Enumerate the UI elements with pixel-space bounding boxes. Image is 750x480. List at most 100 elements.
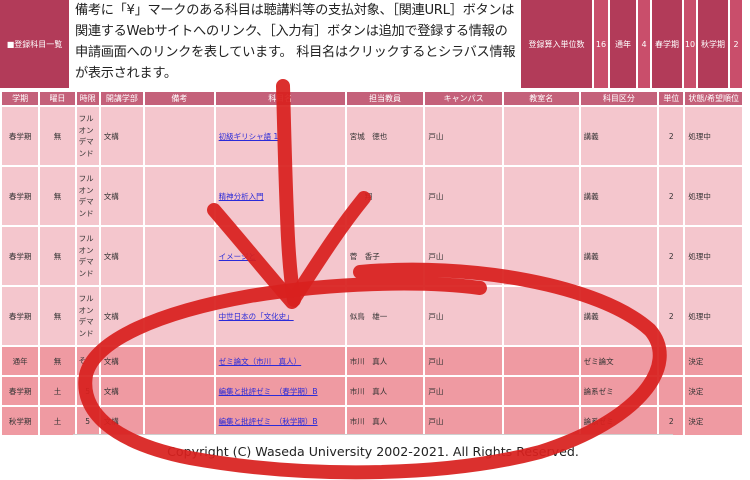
cell-faculty: 文構 [100,107,144,165]
cell-category: 講義 [580,107,658,165]
credit-total-label: 登録算入単位数 [521,0,592,88]
cell-teacher: 翔 [346,167,424,225]
cell-campus: 戸山 [425,377,502,405]
cell-term: 通年 [2,347,39,375]
cell-day: 土 [40,377,75,405]
cell-note [145,167,214,225]
cell-teacher: 市川 真人 [346,347,424,375]
cell-campus: 戸山 [425,107,502,165]
credit-total-value: 16 [594,0,608,88]
cell-room [503,287,579,345]
cell-course: イメージと [215,227,345,285]
cell-day: 土 [40,407,75,435]
cell-faculty: 文構 [100,377,144,405]
cell-category: ゼミ論文 [580,347,658,375]
cell-day: 無 [40,227,75,285]
header-category: 科目区分 [580,92,658,105]
course-link[interactable]: 精神分析入門 [219,192,264,201]
cell-campus: 戸山 [425,167,502,225]
course-link[interactable]: 中世日本の「文化史」 [219,312,294,321]
table-row: 通年 無 そ 文構 ゼミ論文（市川 真人） 市川 真人 戸山 ゼミ論文 決定 [2,347,742,375]
cell-faculty: 文構 [100,287,144,345]
fall-label: 秋学期 [698,0,728,88]
cell-note [145,227,214,285]
registration-summary: ■登録科目一覧 備考に「¥」マークのある科目は聴講料等の支払対象、［関連URL］… [0,0,742,88]
fall-value: 2 [730,0,742,88]
spring-label: 春学期 [652,0,682,88]
course-link[interactable]: ゼミ論文（市川 真人） [219,357,302,366]
header-day: 曜日 [40,92,75,105]
cell-period: フルオンデマンド [76,107,99,165]
cell-course: 編集と批評ゼミ （秋学期）B [215,407,345,435]
cell-faculty: 文構 [100,407,144,435]
cell-note [145,377,214,405]
cell-period: フルオンデマンド [76,287,99,345]
table-header-row: 学期 曜日 時限 開講学部 備考 科目名 担当教員 キャンパス 教室名 科目区分… [2,92,742,105]
cell-room [503,347,579,375]
cell-note [145,407,214,435]
cell-category: 講義 [580,167,658,225]
cell-category: 論系ゼミ [580,377,658,405]
header-room: 教室名 [503,92,579,105]
cell-teacher: 宮城 徳也 [346,107,424,165]
header-term: 学期 [2,92,39,105]
cell-period: そ [76,347,99,375]
table-row: 春学期 無 フルオンデマンド 文構 精神分析入門 翔 戸山 講義 2 処理中 [2,167,742,225]
cell-credits [659,377,684,405]
header-faculty: 開講学部 [100,92,144,105]
cell-room [503,377,579,405]
cell-day: 無 [40,107,75,165]
cell-course: 精神分析入門 [215,167,345,225]
registered-courses-label: ■登録科目一覧 [0,0,69,88]
cell-day: 無 [40,167,75,225]
header-status: 状態/希望順位 [685,92,742,105]
cell-credits: 2 [659,107,684,165]
header-note: 備考 [145,92,214,105]
course-link[interactable]: 初級ギリシャ語 1 [219,132,279,141]
cell-course: 中世日本の「文化史」 [215,287,345,345]
cell-status: 決定 [685,407,742,435]
course-link[interactable]: イメージと [219,252,256,261]
cell-category: 論系ゼミ [580,407,658,435]
header-teacher: 担当教員 [346,92,424,105]
cell-term: 春学期 [2,227,39,285]
cell-term: 春学期 [2,167,39,225]
cell-teacher: 菅 香子 [346,227,424,285]
cell-note [145,347,214,375]
course-link[interactable]: 編集と批評ゼミ （秋学期）B [219,417,318,426]
table-row: 春学期 無 フルオンデマンド 文構 初級ギリシャ語 1 宮城 徳也 戸山 講義 … [2,107,742,165]
full-year-label: 通年 [610,0,636,88]
cell-course: 編集と批評ゼミ （春学期）B [215,377,345,405]
cell-status: 処理中 [685,167,742,225]
cell-credits: 2 [659,227,684,285]
cell-status: 処理中 [685,287,742,345]
footer-divider [73,434,673,435]
cell-period: 5 [76,377,99,405]
cell-teacher: 似鳥 雄一 [346,287,424,345]
cell-faculty: 文構 [100,227,144,285]
course-link[interactable]: 編集と批評ゼミ （春学期）B [219,387,318,396]
cell-note [145,287,214,345]
cell-credits: 2 [659,287,684,345]
cell-period: 5 [76,407,99,435]
cell-status: 決定 [685,377,742,405]
table-row: 春学期 無 フルオンデマンド 文構 イメージと 菅 香子 戸山 講義 2 処理中 [2,227,742,285]
cell-room [503,407,579,435]
copyright-footer: Copyright (C) Waseda University 2002-202… [167,444,579,459]
cell-course: ゼミ論文（市川 真人） [215,347,345,375]
full-year-value: 4 [638,0,650,88]
header-course: 科目名 [215,92,345,105]
cell-room [503,107,579,165]
cell-term: 春学期 [2,287,39,345]
cell-note [145,107,214,165]
cell-credits: 2 [659,407,684,435]
registered-courses-table: 学期 曜日 時限 開講学部 備考 科目名 担当教員 キャンパス 教室名 科目区分… [0,90,744,437]
cell-teacher: 市川 真人 [346,407,424,435]
table-row: 春学期 無 フルオンデマンド 文構 中世日本の「文化史」 似鳥 雄一 戸山 講義… [2,287,742,345]
table-row: 春学期 土 5 文構 編集と批評ゼミ （春学期）B 市川 真人 戸山 論系ゼミ … [2,377,742,405]
cell-status: 処理中 [685,227,742,285]
cell-term: 秋学期 [2,407,39,435]
credit-summary: 登録算入単位数 16 通年 4 春学期 10 秋学期 2 [521,0,742,88]
cell-campus: 戸山 [425,287,502,345]
cell-campus: 戸山 [425,347,502,375]
